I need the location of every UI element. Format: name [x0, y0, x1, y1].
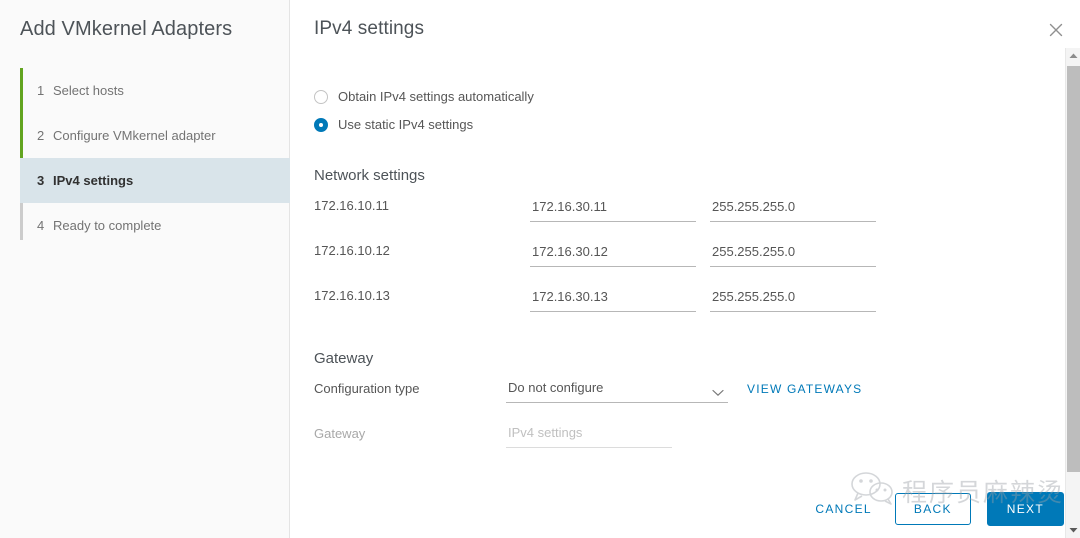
host-ip-label: 172.16.10.11: [314, 198, 389, 213]
host-ip-label: 172.16.10.13: [314, 288, 390, 303]
network-settings-row: 172.16.10.12: [314, 241, 934, 271]
radio-obtain-ipv4-automatically[interactable]: Obtain IPv4 settings automatically: [314, 89, 534, 104]
network-settings-row: 172.16.10.11: [314, 196, 934, 226]
step-label: Select hosts: [53, 83, 124, 98]
gateway-label: Gateway: [314, 426, 366, 441]
sidebar-step-select-hosts[interactable]: 1 Select hosts: [20, 68, 290, 113]
sidebar-step-configure-vmkernel-adapter[interactable]: 2 Configure VMkernel adapter: [20, 113, 290, 158]
network-settings-row: 172.16.10.13: [314, 286, 934, 316]
host-ip-label: 172.16.10.12: [314, 243, 390, 258]
step-label: Ready to complete: [53, 218, 162, 233]
network-settings-heading: Network settings: [314, 167, 425, 184]
ipv4-address-input[interactable]: [530, 241, 696, 267]
step-number: 2: [37, 128, 45, 143]
wizard-title: Add VMkernel Adapters: [20, 18, 233, 40]
sidebar-step-ready-to-complete[interactable]: 4 Ready to complete: [20, 203, 290, 248]
configuration-type-select[interactable]: Do not configure: [506, 377, 728, 403]
ipv4-address-input[interactable]: [530, 286, 696, 312]
view-gateways-link[interactable]: VIEW GATEWAYS: [747, 382, 862, 396]
gateway-heading: Gateway: [314, 350, 374, 367]
radio-mark-selected-icon: [314, 117, 328, 132]
wizard-step-list: 1 Select hosts 2 Configure VMkernel adap…: [20, 68, 290, 248]
subnet-mask-input[interactable]: [710, 241, 876, 267]
back-button[interactable]: BACK: [894, 493, 971, 525]
radio-label: Obtain IPv4 settings automatically: [338, 89, 534, 104]
step-number: 1: [37, 83, 45, 98]
radio-mark-unselected-icon: [314, 89, 328, 104]
wizard-main-pane: IPv4 settings Obtain IPv4 settings autom…: [290, 0, 1080, 538]
subnet-mask-input[interactable]: [710, 196, 876, 222]
radio-label: Use static IPv4 settings: [338, 117, 474, 132]
vertical-scrollbar[interactable]: [1065, 48, 1080, 538]
subnet-mask-input[interactable]: [710, 286, 876, 312]
step-label: Configure VMkernel adapter: [53, 128, 216, 143]
radio-use-static-ipv4-settings[interactable]: Use static IPv4 settings: [314, 117, 473, 132]
page-title: IPv4 settings: [314, 18, 425, 39]
configuration-type-label: Configuration type: [314, 381, 420, 396]
scroll-up-arrow-icon[interactable]: [1066, 48, 1080, 64]
step-label: IPv4 settings: [53, 173, 134, 188]
step-number: 4: [37, 218, 45, 233]
cancel-button[interactable]: CANCEL: [808, 493, 878, 525]
scrollbar-thumb[interactable]: [1067, 66, 1080, 472]
add-vmkernel-adapters-wizard: Add VMkernel Adapters 1 Select hosts 2 C…: [0, 0, 1080, 538]
sidebar-step-ipv4-settings[interactable]: 3 IPv4 settings: [20, 158, 290, 203]
gateway-input[interactable]: [506, 422, 672, 448]
next-button[interactable]: NEXT: [986, 492, 1064, 526]
wizard-footer: CANCEL BACK NEXT: [808, 492, 1064, 526]
ipv4-address-input[interactable]: [530, 196, 696, 222]
step-number: 3: [37, 173, 45, 188]
scroll-down-arrow-icon[interactable]: [1066, 522, 1080, 538]
close-icon[interactable]: [1044, 18, 1068, 42]
wizard-sidebar: Add VMkernel Adapters 1 Select hosts 2 C…: [0, 0, 290, 538]
